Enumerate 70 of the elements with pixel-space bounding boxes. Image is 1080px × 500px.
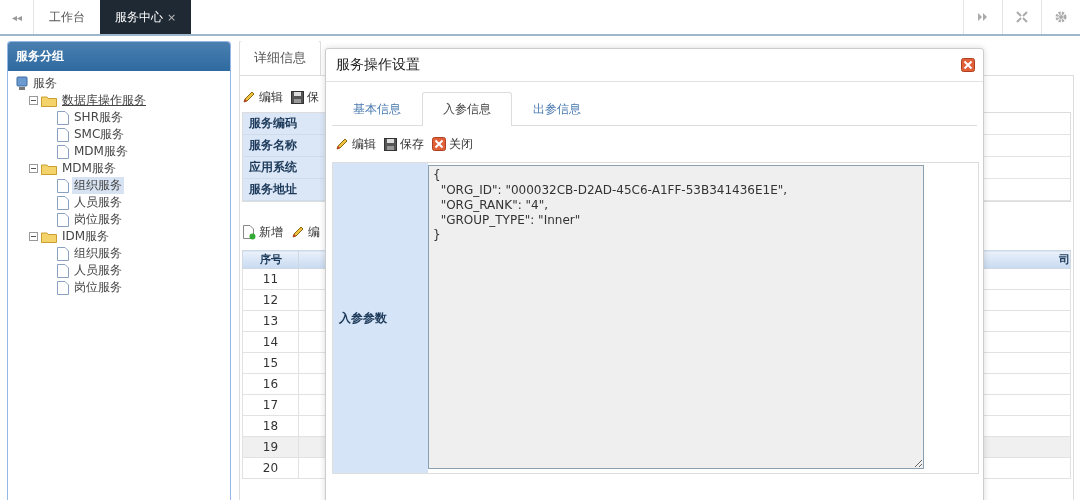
parameters-field[interactable]: { "ORG_ID": "000032CB-D2AD-45C6-A1FF-53B341436E1E", "ORG_RANK": "4", "GROUP_TYPE": "Inner" } [428,165,924,469]
document-icon [57,178,69,193]
tree-item[interactable]: 数据库操作服务 [60,92,148,109]
table-cell: 20 [242,457,299,479]
new-document-icon [242,224,256,240]
folder-icon [41,230,57,243]
collapse-icon[interactable] [29,96,38,105]
document-icon [57,127,69,142]
document-icon [57,263,69,278]
close-icon[interactable]: × [167,10,177,24]
dialog-tab[interactable]: 出参信息 [512,92,602,126]
table-cell: 16 [242,373,299,395]
save-button[interactable]: 保 [291,88,319,106]
folder-icon [41,94,57,107]
fullscreen-icon [1016,11,1028,23]
tree-item[interactable]: 岗位服务 [72,279,124,296]
tree-item[interactable]: 人员服务 [72,262,124,279]
detail-tab[interactable]: 详细信息 [239,41,321,75]
edit-button[interactable]: 编 [291,223,320,241]
settings-icon [1055,11,1067,23]
document-icon [57,110,69,125]
pencil-icon [335,137,349,151]
tree-item[interactable]: MDM服务 [72,143,130,160]
close-button[interactable] [961,58,975,72]
tree-item[interactable]: 人员服务 [72,194,124,211]
close-icon [961,58,975,72]
tree-item[interactable]: SHR服务 [72,109,125,126]
panel-title: 服务分组 [8,42,230,71]
collapse-icon[interactable] [29,164,38,173]
dialog-tab[interactable]: 基本信息 [332,92,422,126]
floppy-icon [291,90,304,104]
column-header: 序号 [242,250,299,269]
document-icon [57,144,69,159]
pencil-icon [242,90,256,104]
tree-item[interactable]: 组织服务 [72,177,124,194]
tree-item[interactable]: 组织服务 [72,245,124,262]
add-button[interactable]: 新增 [242,223,283,241]
field-label: 入参参数 [333,163,428,473]
table-cell: 18 [242,415,299,437]
tree-item[interactable]: 服务 [31,75,59,92]
document-icon [57,280,69,295]
edit-button[interactable]: 编辑 [335,135,376,153]
dialog-tab[interactable]: 入参信息 [422,92,512,126]
floppy-icon [384,137,397,151]
scroll-right-icon [977,11,989,23]
close-button[interactable]: 关闭 [432,135,473,153]
tree-item[interactable]: 岗位服务 [72,211,124,228]
table-cell: 15 [242,352,299,374]
document-icon [57,246,69,261]
document-icon [57,195,69,210]
table-cell: 13 [242,310,299,332]
document-icon [57,212,69,227]
page-tab[interactable]: 工作台 [34,0,100,34]
save-button[interactable]: 保存 [384,135,424,153]
table-cell: 17 [242,394,299,416]
table-cell: 19 [242,436,299,458]
pencil-icon [291,225,305,239]
computer-icon [16,76,28,91]
page-tab[interactable]: 服务中心 × [100,0,192,34]
tree-item[interactable]: SMC服务 [72,126,127,143]
folder-icon [41,162,57,175]
tree-item[interactable]: IDM服务 [60,228,112,245]
table-cell: 12 [242,289,299,311]
collapse-icon[interactable] [29,232,38,241]
edit-button[interactable]: 编辑 [242,88,283,106]
table-cell: 14 [242,331,299,353]
dialog-title: 服务操作设置 [336,56,420,74]
tree-item[interactable]: MDM服务 [60,160,118,177]
close-icon [432,137,446,151]
table-cell: 11 [242,268,299,290]
